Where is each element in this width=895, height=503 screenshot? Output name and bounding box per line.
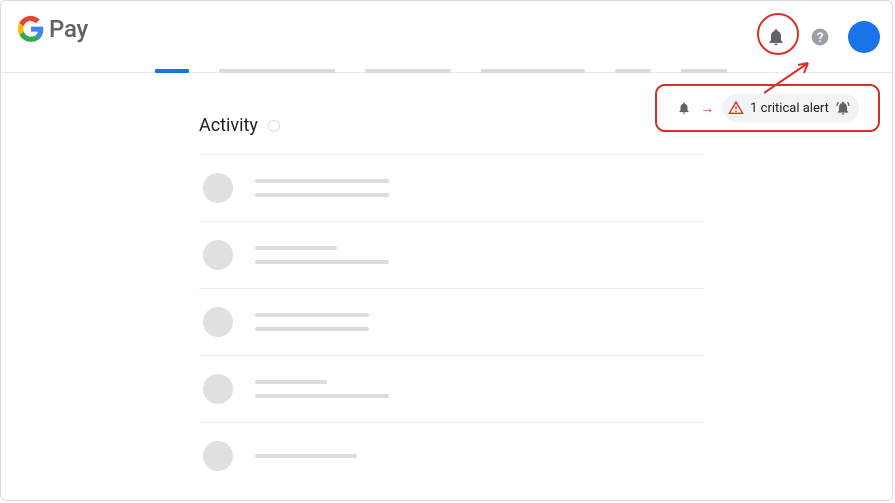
- item-avatar: [203, 307, 233, 337]
- item-avatar: [203, 374, 233, 404]
- item-text: [255, 454, 357, 458]
- nav-tab[interactable]: [681, 69, 727, 73]
- bell-ringing-icon: [835, 100, 851, 116]
- header-actions: [760, 21, 880, 53]
- brand-pay-text: Pay: [49, 15, 88, 43]
- help-button[interactable]: [804, 21, 836, 53]
- account-avatar[interactable]: [848, 21, 880, 53]
- nav-tab[interactable]: [615, 69, 651, 73]
- nav-tab[interactable]: [219, 69, 335, 73]
- main-content: Activity: [1, 73, 721, 489]
- nav-tab[interactable]: [365, 69, 451, 73]
- activity-list: [199, 154, 704, 489]
- list-item[interactable]: [199, 288, 704, 355]
- item-text: [255, 380, 389, 398]
- item-avatar: [203, 240, 233, 270]
- section-header: Activity: [199, 115, 721, 154]
- brand-logo: Pay: [1, 1, 88, 43]
- bell-icon: [676, 100, 692, 116]
- list-item[interactable]: [199, 355, 704, 422]
- app-header: Pay: [1, 1, 892, 73]
- alert-text: 1 critical alert: [750, 101, 829, 116]
- nav-tabs: [155, 69, 727, 73]
- nav-tab[interactable]: [481, 69, 585, 73]
- item-avatar: [203, 441, 233, 471]
- critical-alert-pill[interactable]: 1 critical alert: [722, 94, 859, 122]
- item-avatar: [203, 173, 233, 203]
- bell-icon: [766, 27, 786, 47]
- annotation-callout: → 1 critical alert: [655, 84, 880, 132]
- help-icon: [810, 27, 830, 47]
- item-text: [255, 246, 389, 264]
- loading-spinner-icon: [268, 120, 280, 132]
- nav-tab[interactable]: [155, 69, 189, 73]
- item-text: [255, 179, 389, 197]
- warning-triangle-icon: [728, 100, 744, 116]
- item-text: [255, 313, 369, 331]
- list-item[interactable]: [199, 154, 704, 221]
- notifications-button[interactable]: [760, 21, 792, 53]
- google-g-icon: [17, 15, 45, 43]
- list-item[interactable]: [199, 422, 704, 489]
- section-title: Activity: [199, 115, 258, 136]
- list-item[interactable]: [199, 221, 704, 288]
- arrow-right-icon: →: [700, 100, 714, 117]
